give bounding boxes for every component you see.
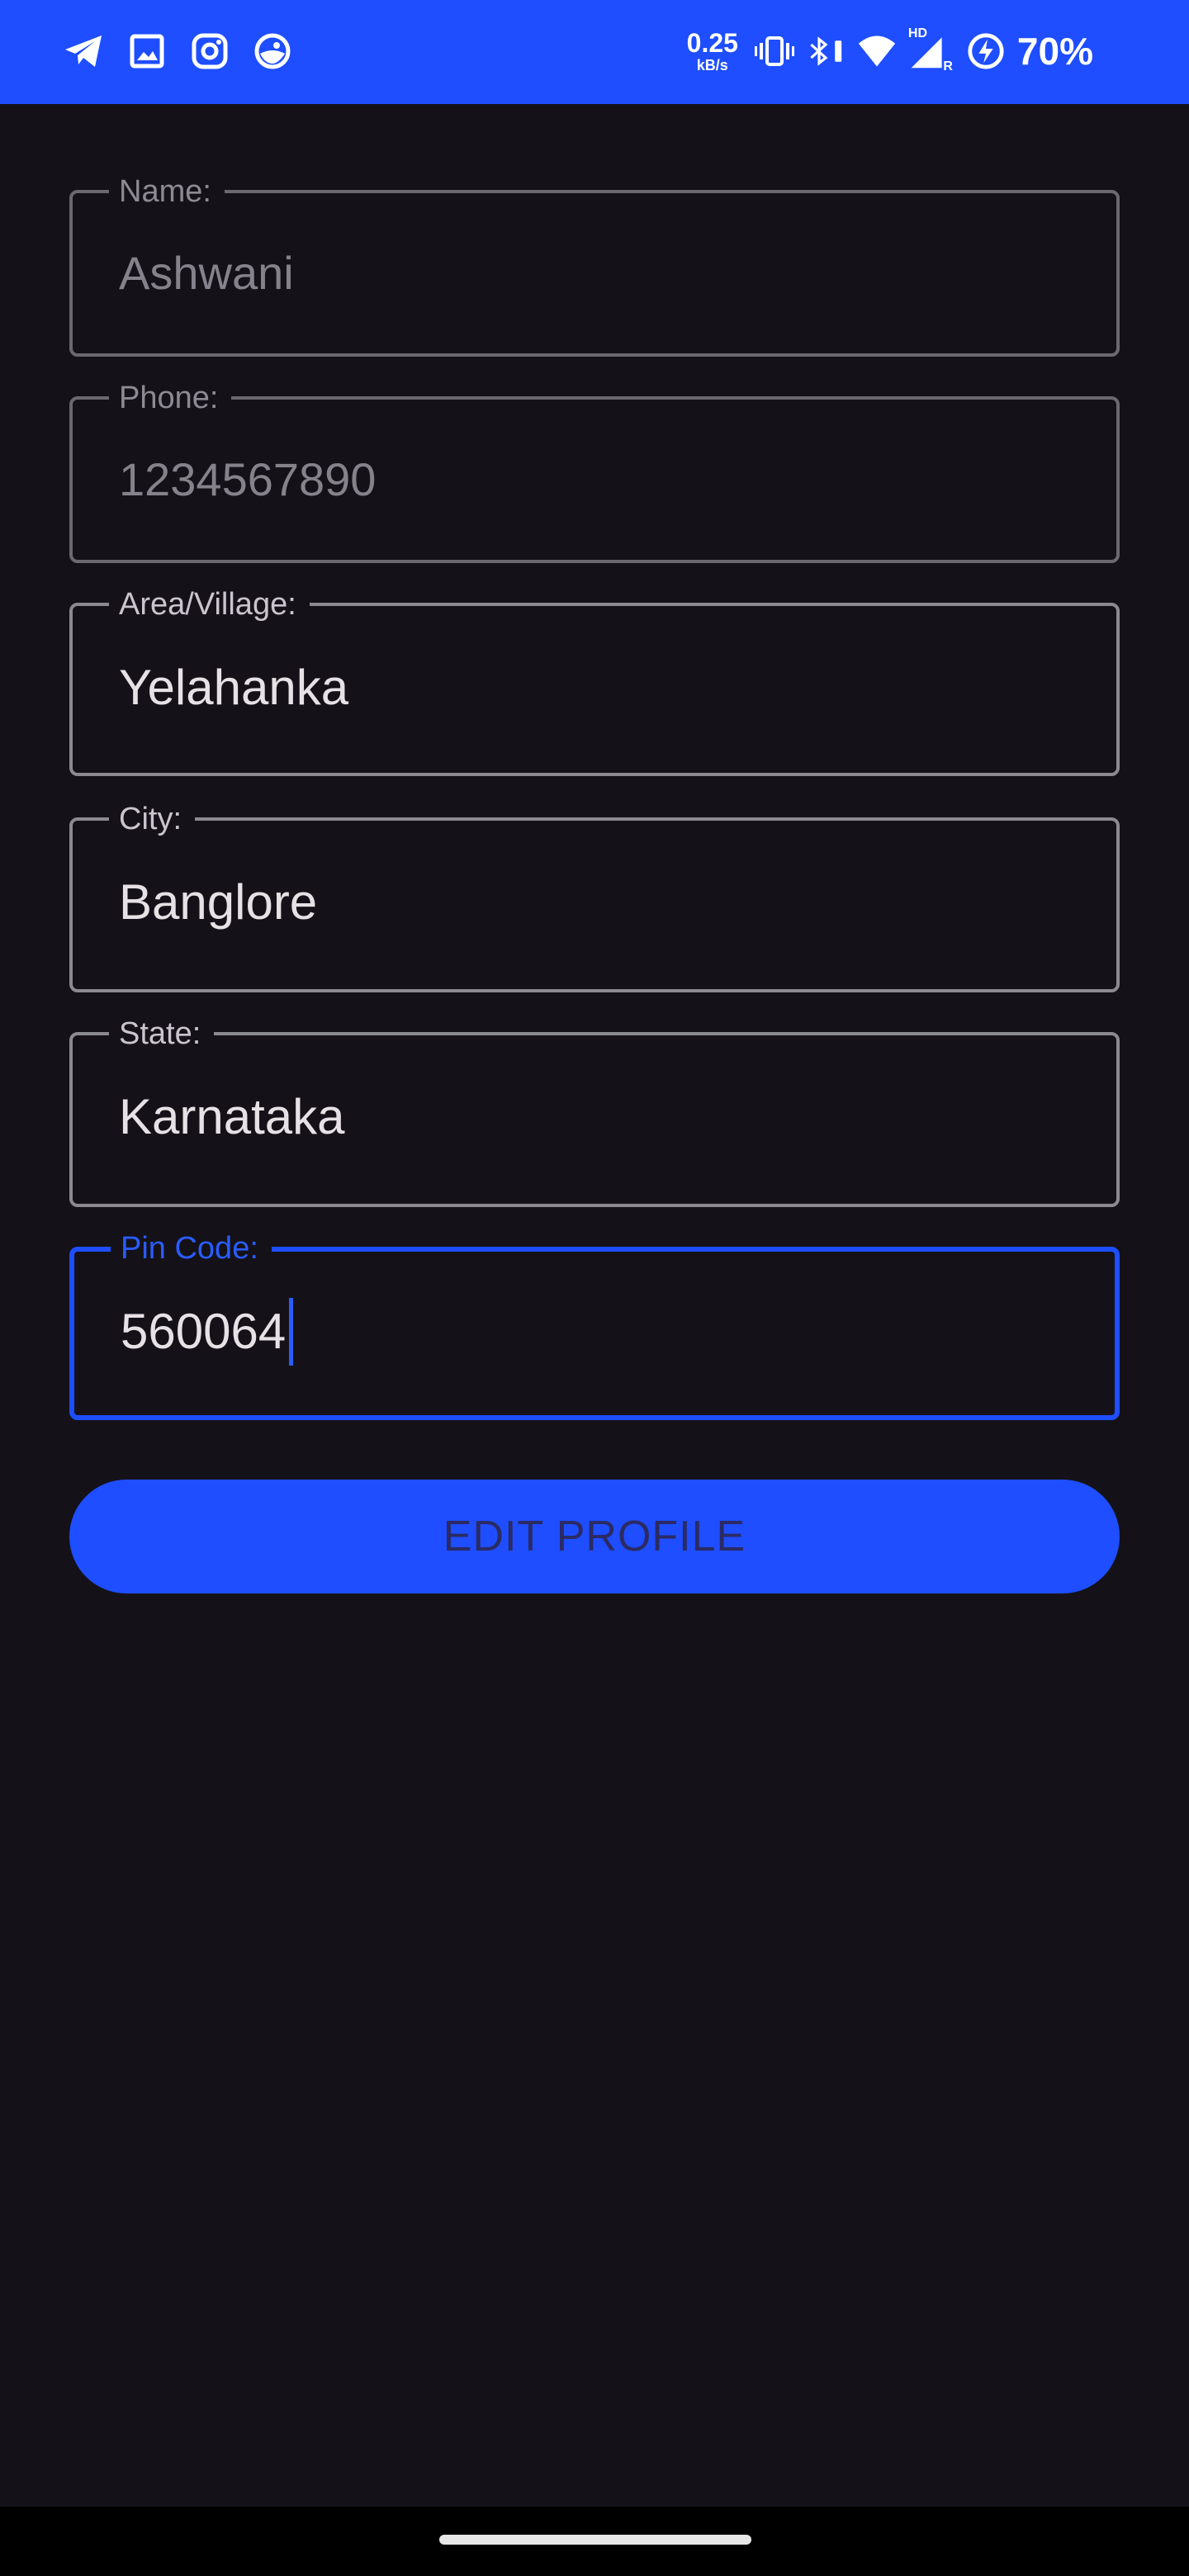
notification-icons: [63, 30, 314, 73]
wifi-icon: [857, 31, 897, 71]
name-value: Ashwani: [119, 247, 294, 299]
state-field[interactable]: State: Karnataka: [69, 1016, 1120, 1207]
telegram-icon: [63, 30, 106, 73]
battery-percent: 70%: [1016, 30, 1093, 73]
city-label: City:: [109, 801, 195, 837]
pin-code-value-wrapper[interactable]: 560064: [121, 1298, 294, 1366]
navigation-bar: [0, 2507, 1189, 2576]
network-speed-unit: kB/s: [696, 57, 728, 73]
state-value[interactable]: Karnataka: [119, 1088, 345, 1146]
battery-saver-icon: [966, 31, 1006, 71]
phone-value: 1234567890: [119, 453, 377, 505]
instagram-icon: [188, 30, 231, 73]
state-label: State:: [109, 1016, 215, 1052]
area-village-label: Area/Village:: [109, 586, 310, 623]
app-icon: [251, 30, 294, 73]
vibrate-icon: [754, 31, 794, 71]
city-value[interactable]: Banglore: [119, 874, 317, 931]
roaming-label: R: [943, 59, 953, 73]
area-village-value[interactable]: Yelahanka: [119, 659, 348, 717]
pin-code-value[interactable]: 560064: [121, 1304, 286, 1359]
area-village-field[interactable]: Area/Village: Yelahanka: [69, 586, 1120, 776]
city-field[interactable]: City: Banglore: [69, 801, 1120, 992]
pin-code-label: Pin Code:: [111, 1230, 272, 1267]
phone-label: Phone:: [109, 380, 232, 416]
name-label: Name:: [109, 173, 225, 210]
gallery-icon: [126, 30, 168, 73]
status-bar: 0.25 kB/s HD R 70%: [0, 0, 1189, 104]
system-status-icons: 0.25 kB/s HD R 70%: [687, 25, 1093, 78]
home-gesture-handle[interactable]: [439, 2535, 751, 2545]
phone-field: Phone: 1234567890: [69, 380, 1120, 563]
pin-code-field[interactable]: Pin Code: 560064: [69, 1230, 1120, 1420]
name-field: Name: Ashwani: [69, 173, 1120, 357]
network-speed-value: 0.25: [686, 28, 738, 58]
edit-profile-button[interactable]: EDIT PROFILE: [69, 1480, 1120, 1593]
edit-profile-screen: 0.25 kB/s HD R 70% Name: Ashwani Phone: …: [0, 0, 1189, 2576]
network-speed: 0.25 kB/s: [687, 30, 738, 73]
signal-icon: HD R: [908, 26, 953, 73]
edit-profile-button-label: EDIT PROFILE: [443, 1513, 746, 1560]
bluetooth-battery-icon: [806, 31, 846, 71]
text-cursor: [289, 1298, 294, 1366]
hd-label: HD: [907, 26, 928, 40]
